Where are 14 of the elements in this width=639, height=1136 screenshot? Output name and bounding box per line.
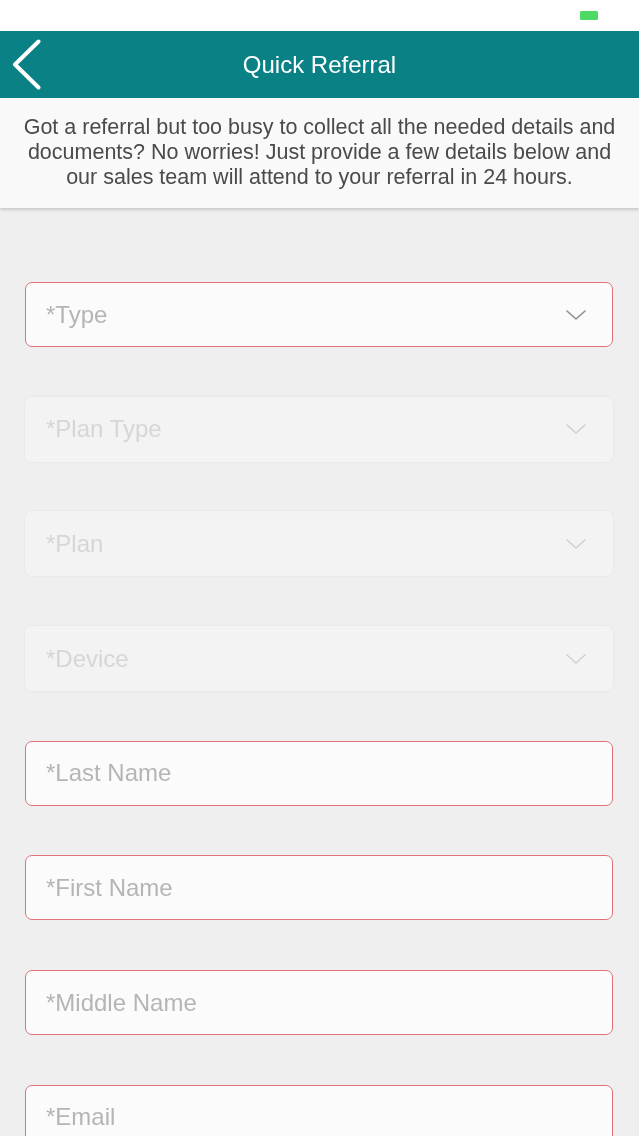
screen-title: Quick Referral (242, 49, 397, 80)
text-field[interactable]: *First Name (25, 855, 613, 921)
chevron-down-icon (566, 538, 586, 549)
chevron-down-icon (566, 424, 586, 435)
back-button[interactable] (12, 39, 41, 90)
battery-icon (580, 11, 598, 20)
chevron-down-icon (566, 309, 586, 320)
dropdown-field[interactable]: *Type (25, 282, 613, 347)
text-field[interactable]: *Email (25, 1084, 613, 1136)
text-field[interactable]: *Middle Name (25, 970, 613, 1036)
text-field[interactable]: *Last Name (25, 740, 613, 806)
chevron-down-icon (566, 653, 586, 664)
intro-text: Got a referral but too busy to collect all the needed details and documents? No worries! Just provide a few details below and our sales team will attend to your referral in 24 hours. (0, 98, 639, 208)
back-icon (12, 39, 41, 90)
